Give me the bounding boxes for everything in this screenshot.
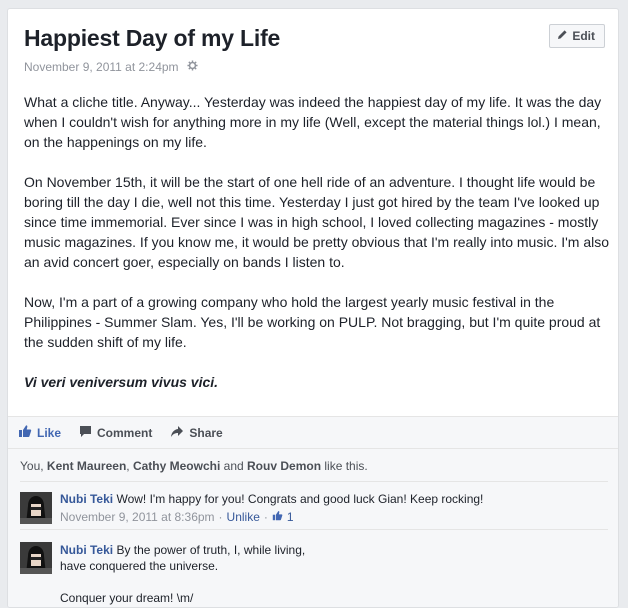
liker-link[interactable]: Rouv Demon xyxy=(247,459,321,473)
meta-dot: · xyxy=(263,510,268,524)
comment-item: Nubi Teki By the power of truth, I, whil… xyxy=(20,529,608,607)
comment-button[interactable]: Comment xyxy=(79,425,152,441)
share-label: Share xyxy=(189,425,223,440)
comment-spacer xyxy=(60,574,305,590)
comment-like-thumb-icon xyxy=(272,509,283,525)
like-button[interactable]: Like xyxy=(18,424,61,441)
paragraph: Now, I'm a part of a growing company who… xyxy=(24,294,601,350)
share-arrow-icon xyxy=(170,425,184,441)
comment-date[interactable]: November 9, 2011 at 8:36pm xyxy=(60,509,215,525)
comment-text: By the power of truth, I, while living, xyxy=(113,543,306,557)
comment-author[interactable]: Nubi Teki xyxy=(60,543,113,557)
comment-like-count[interactable]: 1 xyxy=(287,509,294,525)
pencil-icon xyxy=(557,29,568,43)
note-title: Happiest Day of my Life xyxy=(24,25,281,51)
edit-label: Edit xyxy=(572,29,595,43)
liker-link[interactable]: Cathy Meowchi xyxy=(133,459,220,473)
comment-label: Comment xyxy=(97,425,153,440)
paragraph: What a cliche title. Anyway... Yesterday… xyxy=(24,94,602,150)
share-button[interactable]: Share xyxy=(170,425,223,441)
feedback-section: You, Kent Maureen, Cathy Meowchi and Rou… xyxy=(8,448,618,607)
privacy-gear-icon[interactable] xyxy=(187,60,198,74)
likes-separator: and xyxy=(220,459,248,473)
likes-separator: , xyxy=(126,459,133,473)
liker-link[interactable]: Kent Maureen xyxy=(47,459,126,473)
comment-icon xyxy=(79,425,92,441)
comment-text: Wow! I'm happy for you! Congrats and goo… xyxy=(113,492,484,506)
comment-item: Nubi Teki Wow! I'm happy for you! Congra… xyxy=(20,481,608,526)
comment-meta: November 9, 2011 at 8:36pm · Unlike · 1 xyxy=(60,509,483,525)
avatar[interactable] xyxy=(20,492,52,524)
comment-author[interactable]: Nubi Teki xyxy=(60,492,113,506)
thumbs-up-icon xyxy=(18,424,32,441)
unlike-link[interactable]: Unlike xyxy=(227,509,260,525)
comment-body: Nubi Teki Wow! I'm happy for you! Congra… xyxy=(60,491,483,525)
comment-body: Nubi Teki By the power of truth, I, whil… xyxy=(60,542,305,606)
closing-line: Vi veri veniversum vivus vici. xyxy=(24,374,219,390)
likes-summary: You, Kent Maureen, Cathy Meowchi and Rou… xyxy=(20,459,368,473)
note-body: What a cliche title. Anyway... Yesterday… xyxy=(24,92,610,392)
like-label: Like xyxy=(37,425,62,440)
likes-suffix: like this. xyxy=(321,459,368,473)
avatar[interactable] xyxy=(20,542,52,574)
action-bar: Like Comment Share xyxy=(8,416,618,448)
meta-dot: · xyxy=(218,510,223,524)
note-meta: November 9, 2011 at 2:24pm xyxy=(24,60,198,74)
note-card: Happiest Day of my Life Edit November 9,… xyxy=(7,8,619,608)
note-date[interactable]: November 9, 2011 at 2:24pm xyxy=(24,60,179,74)
edit-button[interactable]: Edit xyxy=(549,24,605,48)
likes-prefix: You, xyxy=(20,459,47,473)
paragraph: On November 15th, it will be the start o… xyxy=(24,174,610,270)
comment-text: have conquered the universe. xyxy=(60,559,219,573)
comment-text: Conquer your dream! \m/ xyxy=(60,591,194,605)
